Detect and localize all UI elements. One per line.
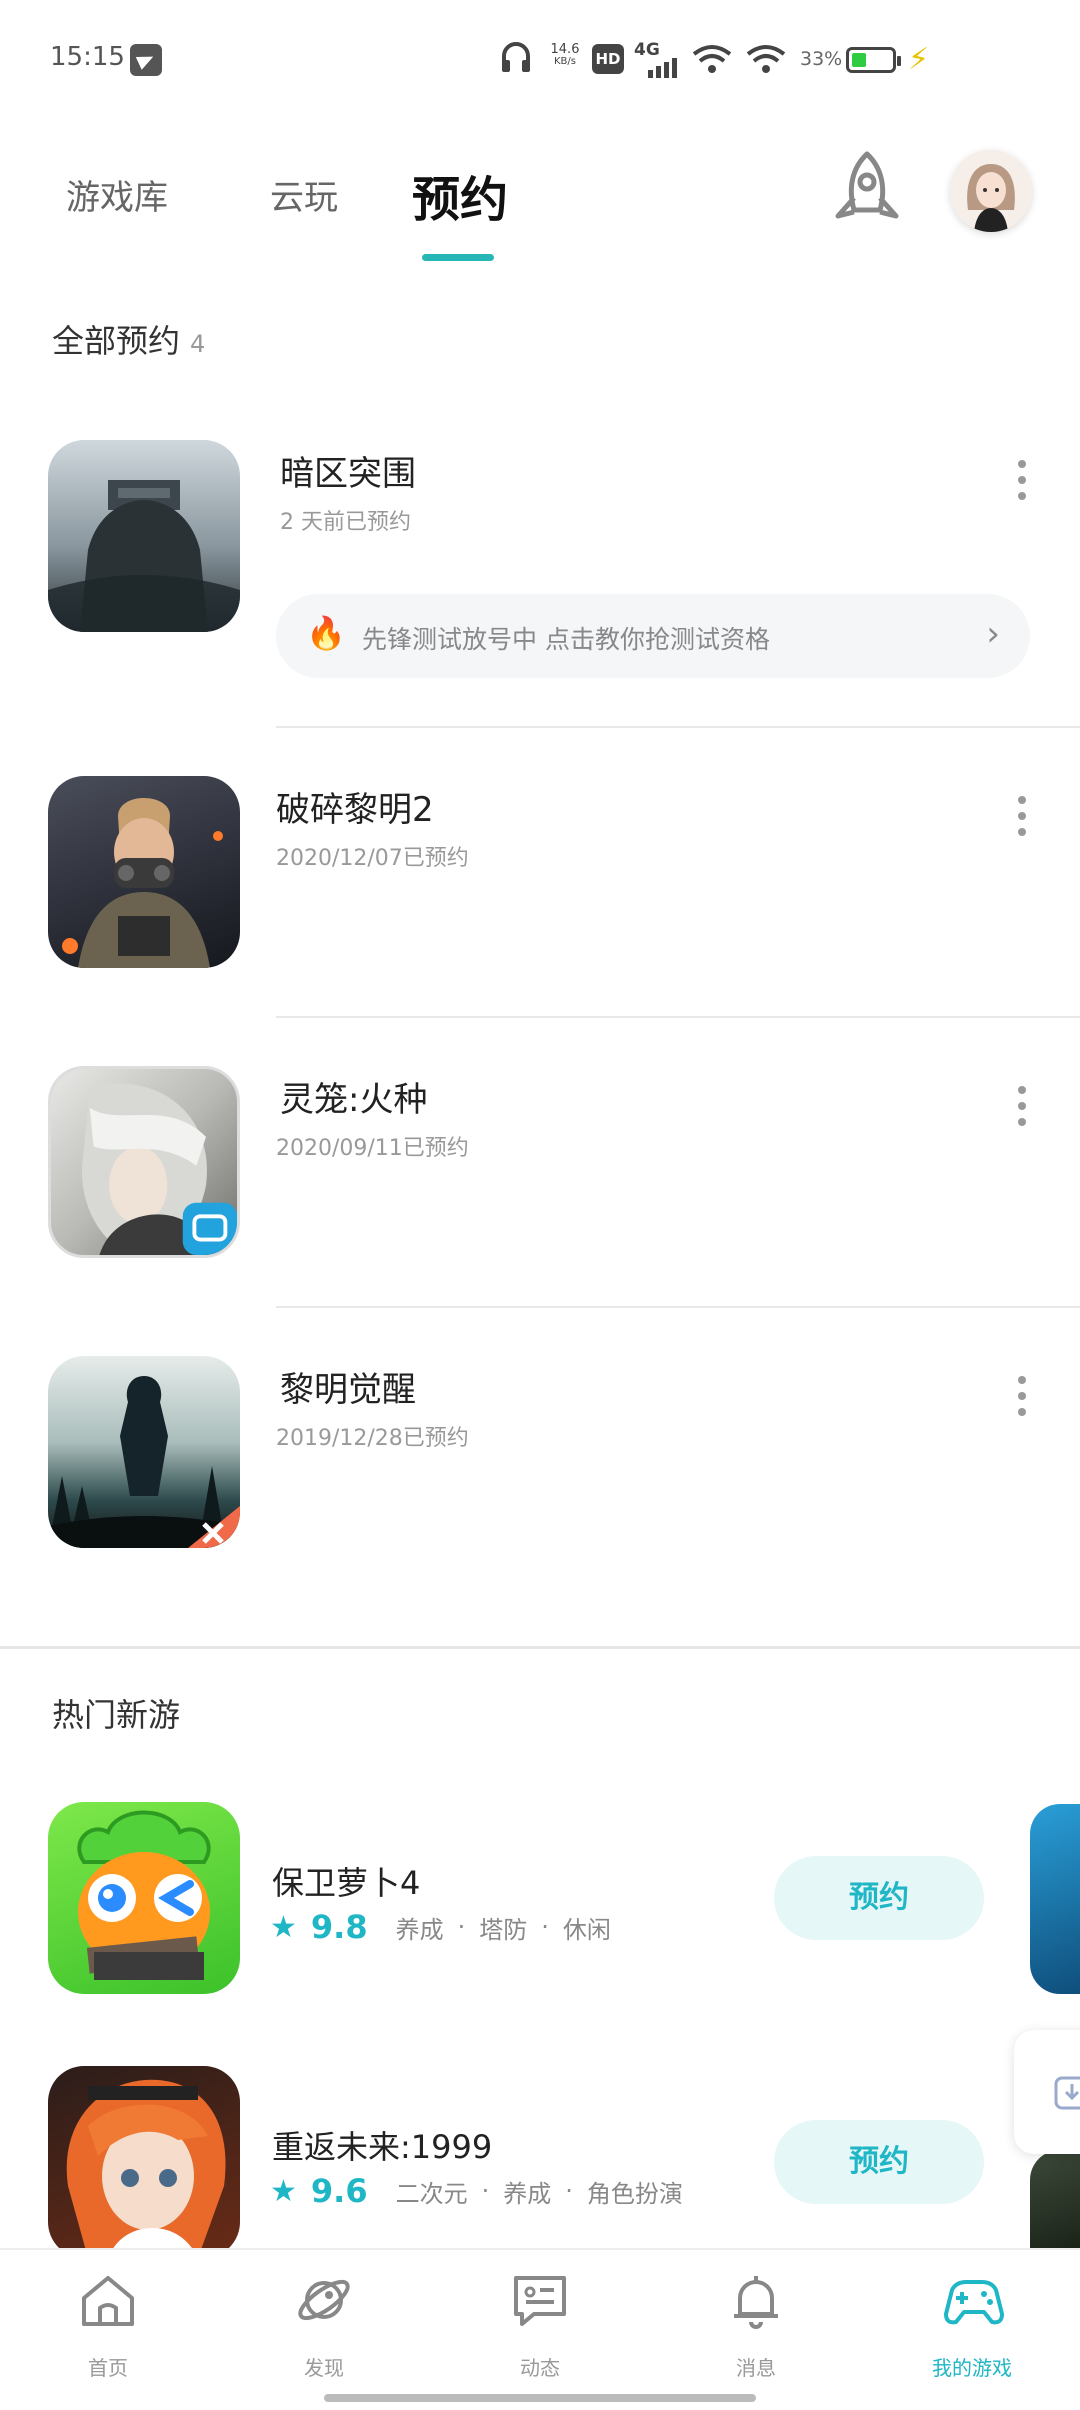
- tag-separator: ·: [457, 1913, 466, 1941]
- game-icon-liming[interactable]: [48, 1356, 240, 1548]
- game-art-posui: [62, 798, 223, 968]
- more-options-icon[interactable]: [1017, 460, 1027, 508]
- nav-my-games-label: 我的游戏: [932, 2356, 1012, 2380]
- bell-icon: [734, 2276, 778, 2329]
- tag-separator: ·: [565, 2177, 573, 2205]
- star-icon: ★: [270, 2173, 297, 2209]
- wifi-icon-secondary: [746, 45, 786, 73]
- tag: 养成: [395, 1915, 444, 1944]
- floating-download-button[interactable]: [1014, 2030, 1080, 2154]
- nav-discover[interactable]: 发现: [244, 2250, 404, 2390]
- net-speed: 14.6 KB/s: [550, 42, 580, 67]
- next-card-peek[interactable]: [1030, 2150, 1080, 2248]
- download-icon: [1054, 2076, 1080, 2110]
- nav-discover-label: 发现: [304, 2356, 344, 2380]
- nav-feed[interactable]: 动态: [460, 2250, 620, 2390]
- hot-game-score-2: 9.6: [310, 2172, 368, 2210]
- battery-percent: 33%: [800, 48, 843, 70]
- tag: 二次元: [395, 2179, 468, 2208]
- signal-icon: [648, 58, 677, 78]
- game-art-liming: [48, 1376, 240, 1548]
- reservations-count: 4: [190, 330, 206, 358]
- tab-reservations[interactable]: 预约: [412, 160, 508, 230]
- hot-game-score-1: 9.8: [310, 1908, 368, 1946]
- star-icon: ★: [270, 1909, 297, 1945]
- nav-feed-label: 动态: [520, 2356, 560, 2380]
- game-art-anqu: [48, 480, 240, 632]
- nav-my-games[interactable]: 我的游戏: [892, 2250, 1052, 2390]
- game-name-1[interactable]: 暗区突围: [280, 446, 416, 495]
- hot-game-name-2[interactable]: 重返未来:1999: [272, 2122, 492, 2168]
- divider: [276, 1306, 1080, 1308]
- hd-badge: HD: [592, 44, 624, 74]
- tab-game-library[interactable]: 游戏库: [66, 170, 168, 219]
- more-options-icon[interactable]: [1017, 796, 1027, 844]
- fire-icon: 🔥: [306, 614, 346, 652]
- rocket-icon[interactable]: [830, 150, 904, 230]
- game-icon-posui[interactable]: [48, 776, 240, 968]
- tab-cloud-play[interactable]: 云玩: [270, 170, 338, 219]
- home-icon: [82, 2276, 134, 2326]
- game-date-1: 2 天前已预约: [280, 510, 411, 535]
- nav-messages[interactable]: 消息: [676, 2250, 836, 2390]
- game-name-3[interactable]: 灵笼:火种: [280, 1072, 427, 1121]
- divider: [276, 726, 1080, 728]
- battery-icon: [846, 47, 901, 73]
- tag: 角色扮演: [586, 2179, 683, 2208]
- promo-text: 先锋测试放号中 点击教你抢测试资格: [362, 625, 770, 654]
- status-time: 15:15: [50, 42, 125, 72]
- more-options-icon[interactable]: [1017, 1376, 1027, 1424]
- promo-banner[interactable]: 🔥 先锋测试放号中 点击教你抢测试资格 ›: [276, 594, 1030, 678]
- wifi-icon: [692, 45, 732, 73]
- tag-separator: ·: [481, 2177, 490, 2205]
- home-indicator[interactable]: [324, 2394, 756, 2402]
- divider: [276, 1016, 1080, 1018]
- game-art-linglong: [81, 1083, 237, 1255]
- game-name-4[interactable]: 黎明觉醒: [280, 1362, 416, 1411]
- charging-icon: ⚡: [908, 42, 930, 77]
- reserve-button[interactable]: 预约: [774, 2120, 984, 2204]
- game-icon-anqu[interactable]: [48, 440, 240, 632]
- user-avatar[interactable]: [950, 150, 1032, 232]
- tab-indicator: [422, 254, 494, 261]
- headphones-icon: [502, 42, 530, 72]
- hot-game-meta-2: ★ 9.6 二次元 · 养成 · 角色扮演: [270, 2172, 683, 2210]
- game-icon-baowei[interactable]: [48, 1802, 240, 1994]
- game-date-3: 2020/09/11已预约: [276, 1136, 469, 1161]
- game-art-chongfan: [66, 2079, 226, 2258]
- tag: 塔防: [479, 1915, 528, 1944]
- telegram-icon: [130, 44, 162, 76]
- reservations-header: 全部预约 4: [52, 316, 205, 362]
- nav-messages-label: 消息: [736, 2356, 776, 2380]
- hot-game-name-1[interactable]: 保卫萝卜4: [272, 1858, 420, 1904]
- bottom-navigation: 首页 发现 动态 消息 我的游戏: [0, 2248, 1080, 2410]
- chat-icon: [514, 2276, 566, 2326]
- planet-icon: [298, 2279, 350, 2321]
- chevron-right-icon: ›: [986, 614, 1000, 654]
- game-date-2: 2020/12/07已预约: [276, 846, 469, 871]
- reservations-title: 全部预约: [52, 322, 181, 360]
- more-options-icon[interactable]: [1017, 1086, 1027, 1134]
- section-divider: [0, 1646, 1080, 1649]
- hot-games-title: 热门新游: [52, 1696, 181, 1734]
- tag: 养成: [503, 2179, 552, 2208]
- status-bar: 15:15 14.6 KB/s HD 4G 33% ⚡: [0, 0, 1080, 120]
- nav-home-label: 首页: [88, 2356, 128, 2380]
- next-card-peek[interactable]: [1030, 1804, 1080, 1994]
- reserve-button[interactable]: 预约: [774, 1856, 984, 1940]
- tag-separator: ·: [541, 1913, 549, 1941]
- game-name-2[interactable]: 破碎黎明2: [276, 782, 434, 831]
- nav-home[interactable]: 首页: [28, 2250, 188, 2390]
- game-icon-chongfan[interactable]: [48, 2066, 240, 2258]
- hot-game-meta-1: ★ 9.8 养成 · 塔防 · 休闲: [270, 1908, 611, 1946]
- game-icon-linglong[interactable]: [48, 1066, 240, 1258]
- tag: 休闲: [562, 1915, 611, 1944]
- game-date-4: 2019/12/28已预约: [276, 1426, 469, 1451]
- gamepad-icon: [944, 2280, 1004, 2325]
- game-art-baowei: [77, 1810, 211, 1980]
- avatar-illustration: [950, 150, 1032, 232]
